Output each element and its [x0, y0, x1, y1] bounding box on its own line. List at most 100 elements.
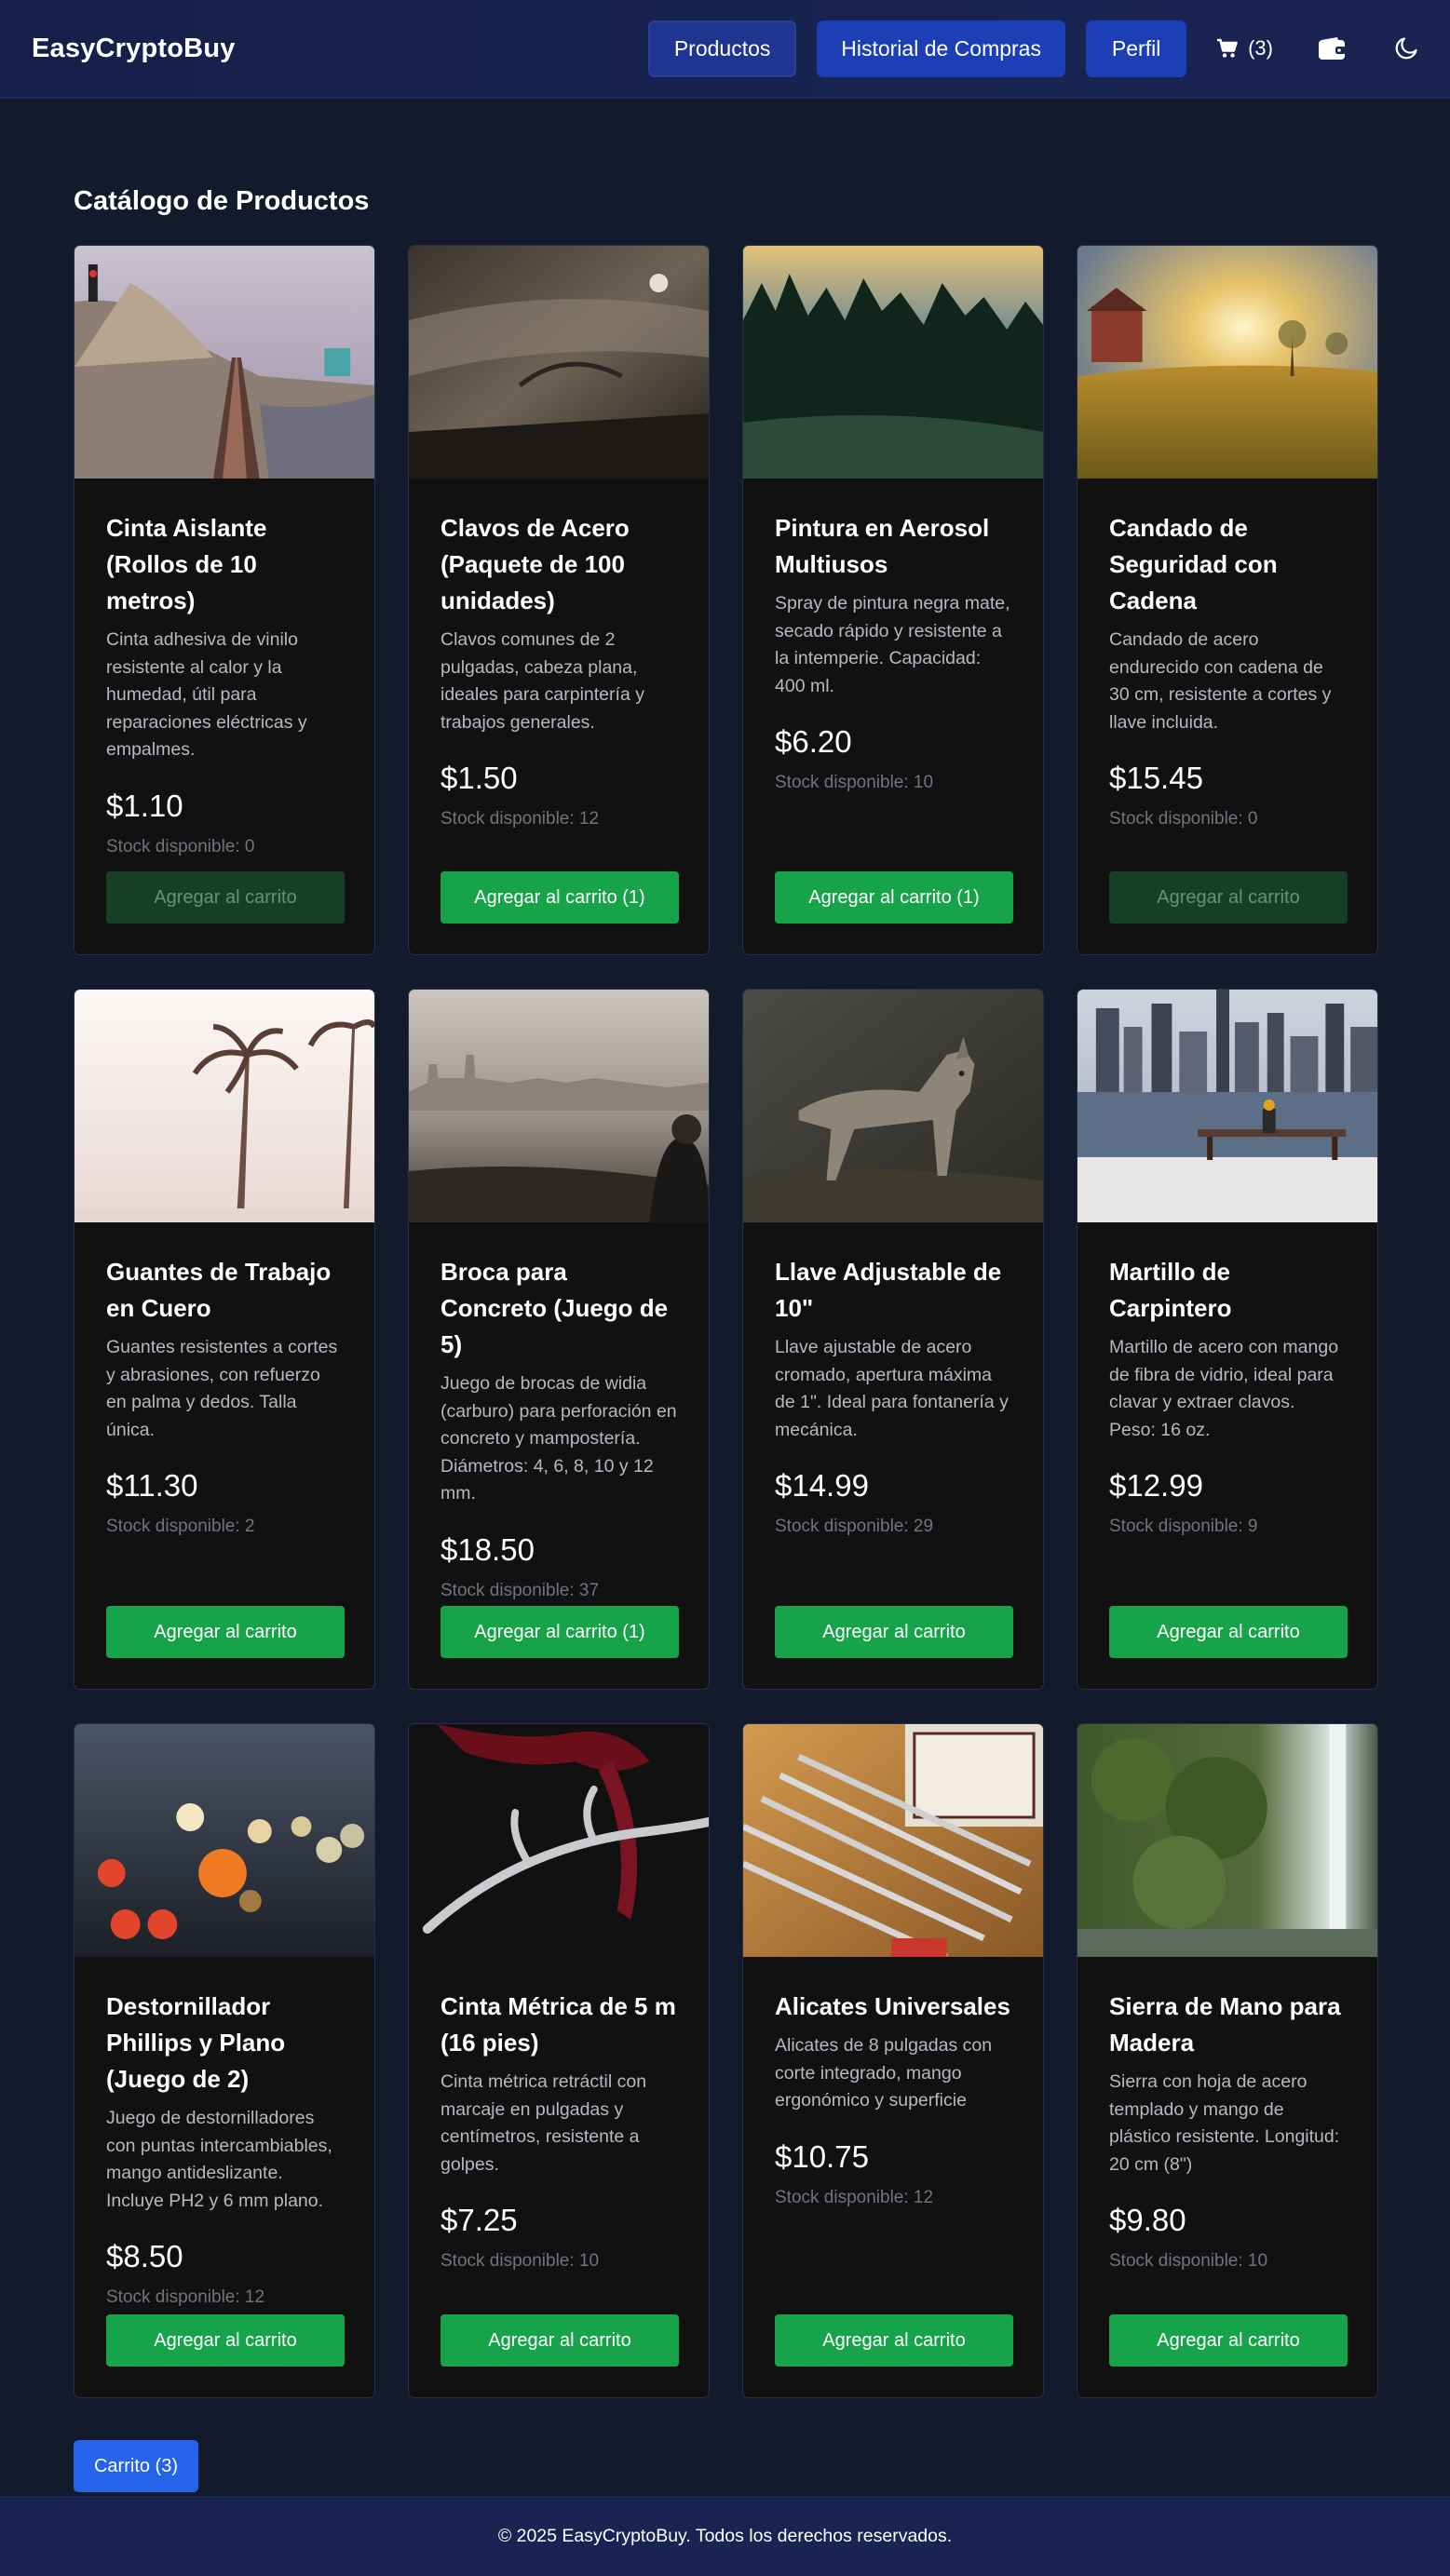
product-name: Clavos de Acero (Paquete de 100 unidades…: [440, 514, 630, 614]
add-to-cart-button[interactable]: Agregar al carrito: [775, 1606, 1013, 1658]
product-stock: Stock disponible: 10: [440, 2251, 600, 2271]
add-to-cart-button[interactable]: Agregar al carrito: [1109, 1606, 1348, 1658]
brand-logo[interactable]: EasyCryptoBuy: [32, 34, 236, 64]
product-card: Guantes de Trabajo en Cuero Guantes resi…: [74, 989, 375, 1690]
product-name: Pintura en Aerosol Multiusos: [775, 514, 990, 578]
moon-icon: [1395, 37, 1417, 60]
product-price: $8.50: [106, 2239, 183, 2273]
product-stock: Stock disponible: 29: [775, 1517, 934, 1536]
product-card: Destornillador Phillips y Plano (Juego d…: [74, 1723, 375, 2398]
wallet-button[interactable]: [1318, 36, 1346, 61]
product-card: Martillo de Carpintero Martillo de acero…: [1077, 989, 1378, 1690]
product-price: $18.50: [440, 1531, 535, 1567]
product-name: Candado de Seguridad con Cadena: [1109, 514, 1278, 614]
product-name: Destornillador Phillips y Plano (Juego d…: [106, 1992, 286, 2093]
product-price: $1.50: [440, 761, 518, 795]
add-to-cart-button[interactable]: Agregar al carrito (1): [775, 871, 1013, 924]
product-stock: Stock disponible: 0: [1109, 809, 1258, 829]
product-description: Juego de destornilladores con puntas int…: [106, 2108, 332, 2211]
add-to-cart-button[interactable]: Agregar al carrito: [440, 2314, 679, 2367]
product-image: [409, 990, 709, 1222]
theme-toggle[interactable]: [1394, 36, 1418, 61]
footer: © 2025 EasyCryptoBuy. Todos los derechos…: [0, 2496, 1450, 2576]
nav-cart-link[interactable]: (3): [1216, 36, 1273, 61]
product-price: $1.10: [106, 788, 183, 823]
product-price: $7.25: [440, 2203, 518, 2237]
cart-count: (3): [1248, 36, 1273, 60]
product-description: Candado de acero endurecido con cadena d…: [1109, 629, 1332, 733]
footer-text: © 2025 EasyCryptoBuy. Todos los derechos…: [497, 2525, 953, 2546]
product-description: Sierra con hoja de acero templado y mang…: [1109, 2071, 1340, 2175]
product-image: [75, 246, 374, 479]
product-stock: Stock disponible: 10: [1109, 2251, 1268, 2271]
product-card: Broca para Concreto (Juego de 5) Juego d…: [408, 989, 710, 1690]
product-description: Llave ajustable de acero cromado, apertu…: [775, 1337, 1009, 1440]
wallet-icon: [1319, 37, 1346, 60]
cart-button[interactable]: Carrito (3): [74, 2440, 198, 2492]
product-name: Alicates Universales: [775, 1992, 1010, 2020]
product-image: [1077, 990, 1377, 1222]
product-card: Llave Adjustable de 10" Llave ajustable …: [742, 989, 1044, 1690]
add-to-cart-button[interactable]: Agregar al carrito: [106, 2314, 345, 2367]
product-stock: Stock disponible: 12: [775, 2187, 934, 2207]
product-price: $10.75: [775, 2138, 869, 2174]
product-card: Clavos de Acero (Paquete de 100 unidades…: [408, 245, 710, 955]
product-price: $6.20: [775, 724, 852, 759]
product-name: Cinta Aislante (Rollos de 10 metros): [106, 514, 267, 614]
product-image: [743, 990, 1043, 1222]
product-description: Cinta adhesiva de vinilo resistente al c…: [106, 629, 307, 760]
product-stock: Stock disponible: 12: [440, 809, 600, 829]
product-image: [1077, 1724, 1377, 1957]
add-to-cart-button[interactable]: Agregar al carrito: [775, 2314, 1013, 2367]
add-to-cart-button[interactable]: Agregar al carrito (1): [440, 871, 679, 924]
product-name: Martillo de Carpintero: [1109, 1258, 1232, 1322]
nav-history-button[interactable]: Historial de Compras: [817, 20, 1066, 77]
product-description: Spray de pintura negra mate, secado rápi…: [775, 593, 1010, 696]
product-card: Sierra de Mano para Madera Sierra con ho…: [1077, 1723, 1378, 2398]
product-price: $9.80: [1109, 2203, 1186, 2237]
add-to-cart-button[interactable]: Agregar al carrito (1): [440, 1606, 679, 1658]
product-description: Cinta métrica retráctil con marcaje en p…: [440, 2071, 647, 2175]
product-description: Alicates de 8 pulgadas con corte integra…: [775, 2035, 993, 2111]
product-card: Cinta Aislante (Rollos de 10 metros) Cin…: [74, 245, 375, 955]
product-name: Guantes de Trabajo en Cuero: [106, 1258, 332, 1322]
product-image: [1077, 246, 1377, 479]
product-name: Cinta Métrica de 5 m (16 pies): [440, 1992, 676, 2057]
nav-menu: Productos Historial de Compras Perfil (3…: [648, 20, 1418, 77]
navbar: EasyCryptoBuy Productos Historial de Com…: [0, 0, 1450, 99]
product-card: Alicates Universales Alicates de 8 pulga…: [742, 1723, 1044, 2398]
product-image: [75, 1724, 374, 1957]
product-description: Clavos comunes de 2 pulgadas, cabeza pla…: [440, 629, 644, 733]
product-name: Broca para Concreto (Juego de 5): [440, 1258, 669, 1358]
product-card: Candado de Seguridad con Cadena Candado …: [1077, 245, 1378, 955]
product-description: Guantes resistentes a cortes y abrasione…: [106, 1337, 338, 1440]
page-title: Catálogo de Productos: [74, 186, 370, 216]
add-to-cart-button[interactable]: Agregar al carrito: [106, 1606, 345, 1658]
product-stock: Stock disponible: 0: [106, 836, 255, 856]
product-description: Juego de brocas de widia (carburo) para …: [440, 1373, 677, 1504]
product-image: [743, 1724, 1043, 1957]
product-image: [743, 246, 1043, 479]
product-stock: Stock disponible: 10: [775, 773, 934, 792]
product-description: Martillo de acero con mango de fibra de …: [1109, 1337, 1339, 1440]
add-to-cart-button[interactable]: Agregar al carrito: [1109, 2314, 1348, 2367]
nav-profile-button[interactable]: Perfil: [1086, 20, 1187, 77]
product-price: $11.30: [106, 1468, 198, 1503]
product-card: Pintura en Aerosol Multiusos Spray de pi…: [742, 245, 1044, 955]
product-price: $12.99: [1109, 1468, 1203, 1503]
add-to-cart-button[interactable]: Agregar al carrito: [1109, 871, 1348, 924]
product-name: Llave Adjustable de 10": [775, 1258, 1002, 1322]
product-image: [409, 246, 709, 479]
product-stock: Stock disponible: 37: [440, 1580, 600, 1600]
product-image: [409, 1724, 709, 1957]
product-name: Sierra de Mano para Madera: [1109, 1992, 1341, 2057]
product-image: [75, 990, 374, 1222]
add-to-cart-button[interactable]: Agregar al carrito: [106, 871, 345, 924]
product-price: $14.99: [775, 1468, 869, 1503]
product-card: Cinta Métrica de 5 m (16 pies) Cinta mét…: [408, 1723, 710, 2398]
product-stock: Stock disponible: 9: [1109, 1517, 1258, 1536]
product-stock: Stock disponible: 12: [106, 2287, 265, 2307]
nav-products-button[interactable]: Productos: [648, 20, 797, 77]
product-price: $15.45: [1109, 761, 1203, 795]
cart-icon: [1217, 38, 1238, 58]
